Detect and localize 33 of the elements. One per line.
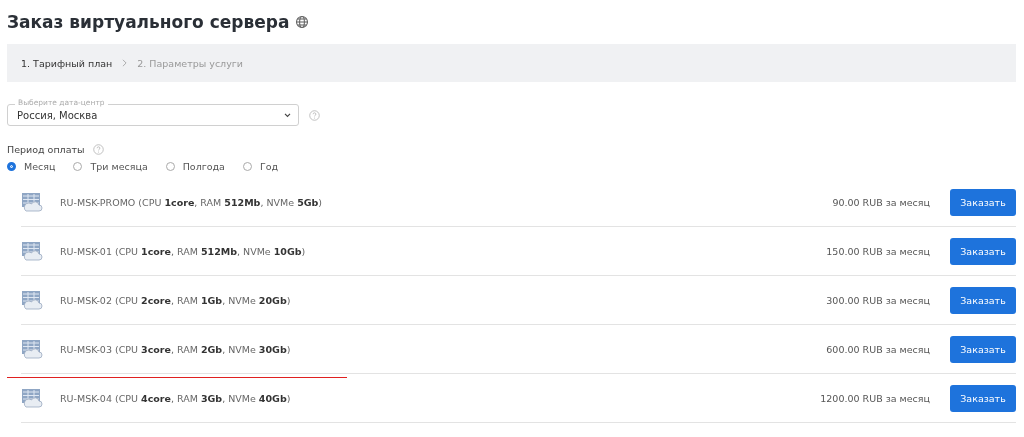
page-title: Заказ виртуального сервера xyxy=(7,12,290,32)
step-tab[interactable]: 1. Тарифный план xyxy=(21,57,113,69)
server-cloud-icon xyxy=(21,241,43,261)
plan-price: 300.00 RUB за месяц xyxy=(826,294,930,306)
plan-price: 600.00 RUB за месяц xyxy=(826,343,930,355)
plan-price: 150.00 RUB за месяц xyxy=(826,245,930,257)
radio-button[interactable] xyxy=(7,162,16,171)
order-button[interactable]: Заказать xyxy=(950,335,1016,363)
help-icon[interactable] xyxy=(92,144,104,155)
globe-icon xyxy=(295,15,310,29)
help-icon[interactable] xyxy=(309,110,320,121)
caret-icon xyxy=(284,112,291,118)
field-label: Период оплаты xyxy=(7,144,85,155)
order-button[interactable]: Заказать xyxy=(950,286,1016,314)
radio-label[interactable]: Три месяца xyxy=(90,161,148,172)
radio-label[interactable]: Полгода xyxy=(182,161,225,172)
chevron-icon xyxy=(122,59,128,67)
radio-label[interactable]: Месяц xyxy=(24,161,56,172)
server-cloud-icon xyxy=(21,192,43,212)
order-button[interactable]: Заказать xyxy=(950,237,1016,265)
server-cloud-icon xyxy=(21,388,43,408)
plan-name: RU-MSK-01 (CPU 1core, RAM 512Mb, NVMe 10Gb) xyxy=(60,245,307,257)
order-button[interactable]: Заказать xyxy=(950,384,1016,412)
radio-label[interactable]: Год xyxy=(259,161,279,172)
plan-price: 1200.00 RUB за месяц xyxy=(820,392,930,404)
plan-name: RU-MSK-03 (CPU 3core, RAM 2Gb, NVMe 30Gb) xyxy=(60,343,292,355)
server-cloud-icon xyxy=(21,290,43,310)
plan-name: RU-MSK-04 (CPU 4core, RAM 3Gb, NVMe 40Gb) xyxy=(60,392,292,404)
plan-name: RU-MSK-02 (CPU 2core, RAM 1Gb, NVMe 20Gb) xyxy=(60,294,292,306)
plan-name: RU-MSK-PROMO (CPU 1core, RAM 512Mb, NVMe 5Gb) xyxy=(60,196,324,208)
plan-price: 90.00 RUB за месяц xyxy=(832,196,930,208)
order-button[interactable]: Заказать xyxy=(950,188,1016,216)
server-cloud-icon xyxy=(21,339,43,359)
